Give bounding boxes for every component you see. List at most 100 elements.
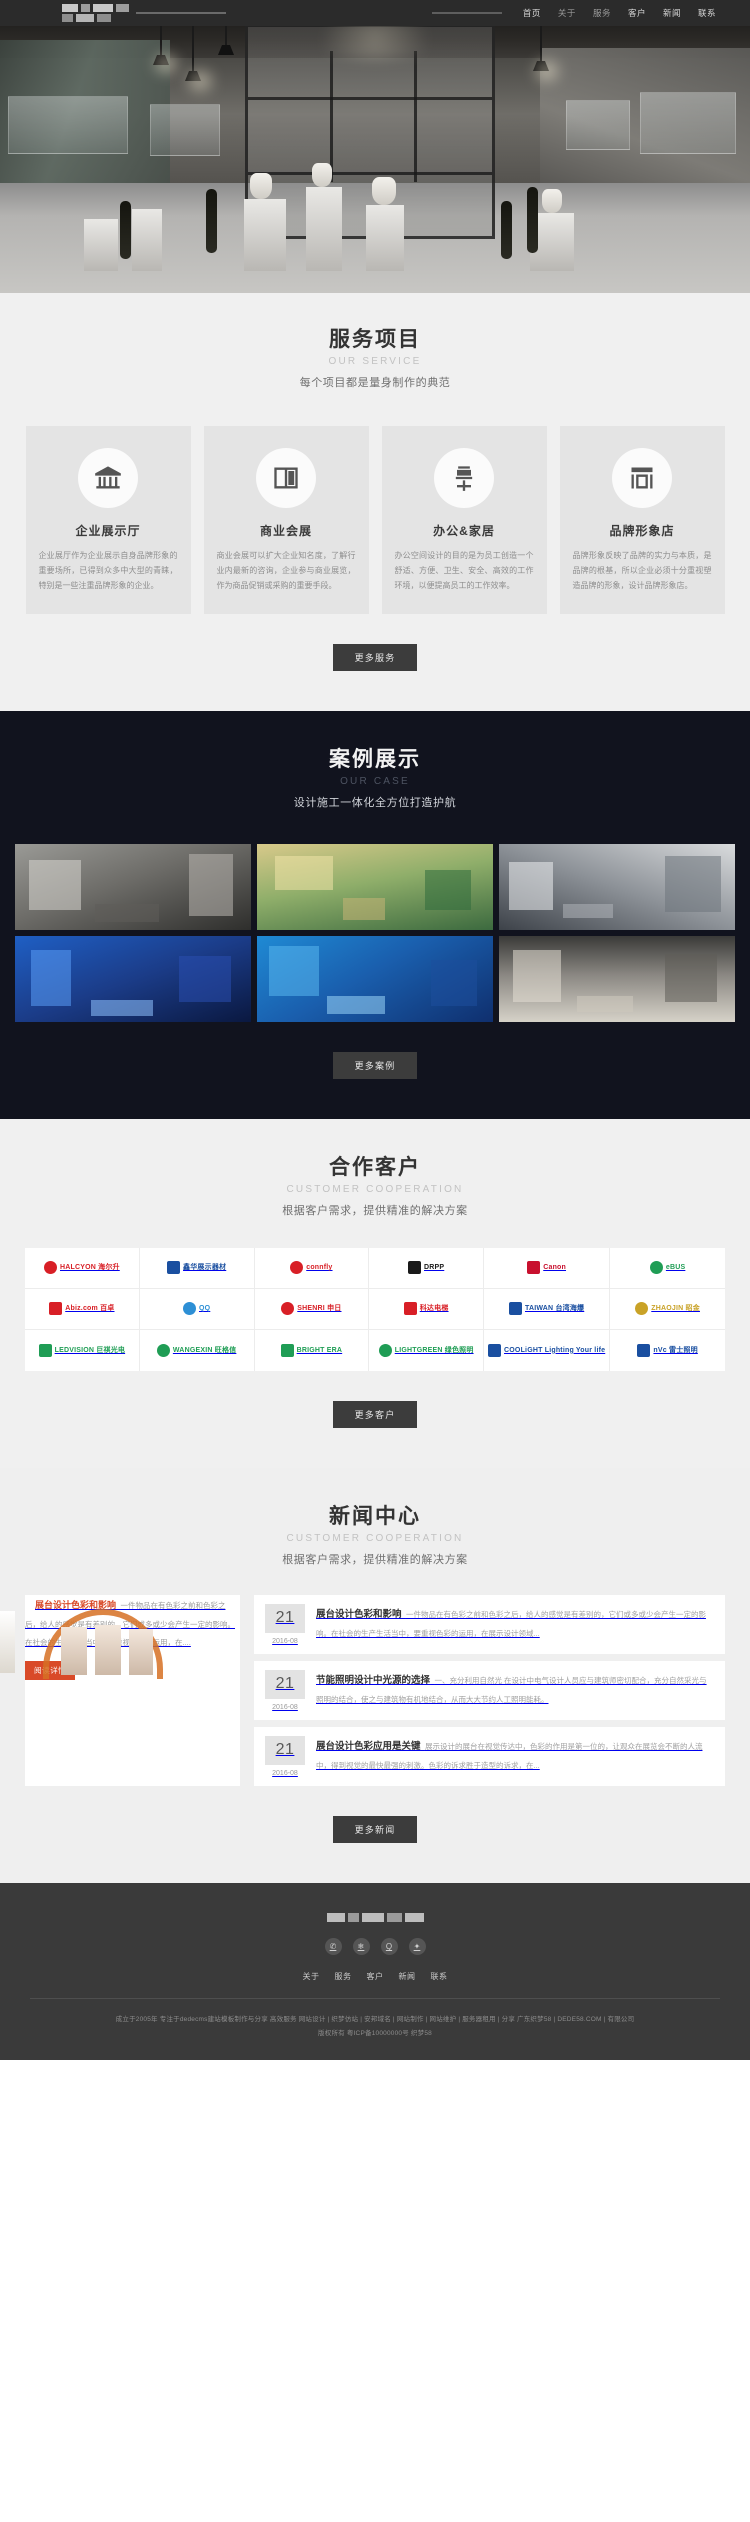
news-item-main: 展台设计色彩应用是关键 展示设计的展台在视觉传达中，色彩的作用是第一位的，让观众… [316,1736,714,1777]
customer-logo-item[interactable]: QQ [139,1288,255,1330]
news-list-item[interactable]: 21 2016-08 展台设计色彩和影响 一件物品在有色彩之前和色彩之后，给人的… [254,1595,725,1655]
customer-logo-item[interactable]: SHENRI 申日 [254,1288,370,1330]
service-card-office-home[interactable]: 办公&家居 办公空间设计的目的是为员工创造一个舒适、方便、卫生、安全、高效的工作… [381,426,547,614]
customer-logo-name: QQ [198,1305,211,1313]
hero-banner[interactable] [0,0,750,293]
case-item[interactable] [15,935,251,1022]
footer-nav: 关于 服务 客户 新闻 联系 [0,1971,750,1982]
office-chair-icon [434,448,494,509]
customer-logo-mark [649,1261,663,1275]
case-item[interactable] [257,935,493,1022]
customer-logo-item[interactable]: connfly [254,1247,370,1289]
customer-logo-item[interactable]: LEDVISION 巨祺光电 [25,1329,140,1371]
customer-logo-item[interactable]: nVc 雷士照明 [610,1330,725,1371]
service-card-brand-store[interactable]: 品牌形象店 品牌形象反映了品牌的实力与本质，是品牌的根基，所以企业必须十分重视塑… [559,426,725,614]
footer-nav-news[interactable]: 新闻 [399,1971,416,1982]
news-day: 21 [265,1670,305,1700]
customer-logo-name: eBUS [665,1264,686,1272]
footer-nav-customer[interactable]: 客户 [367,1971,384,1982]
news-month: 2016-08 [272,1638,298,1646]
customer-logo-name: LEDVISION 巨祺光电 [54,1346,126,1354]
customer-logo-name: 科达电梯 [419,1305,449,1313]
footer-nav-contact[interactable]: 联系 [431,1971,448,1982]
customer-logo-name: nVc 雷士照明 [653,1346,698,1354]
customer-logo-item[interactable]: eBUS [610,1248,725,1289]
footer-logo[interactable] [0,1913,750,1923]
news-list-item[interactable]: 21 2016-08 节能照明设计中光源的选择 一、充分利用自然光 在设计中电气… [254,1661,725,1721]
site-logo[interactable] [62,4,226,22]
service-card-commercial-expo[interactable]: 商业会展 商业会展可以扩大企业知名度，了解行业内最新的咨询，企业参与商业展览，作… [203,426,369,614]
customer-logo-item[interactable]: ZHAOJIN 昭金 [610,1289,725,1330]
nav-rule [431,12,502,14]
case-item[interactable] [257,843,493,930]
more-case-button[interactable]: 更多案例 [332,1051,418,1079]
case-more-wrap: 更多案例 [0,1051,750,1079]
customer-logo-item[interactable]: HALCYON 海尔升 [25,1247,140,1289]
customer-logo-item[interactable]: 科达电梯 [369,1288,485,1330]
news-list: 21 2016-08 展台设计色彩和影响 一件物品在有色彩之前和色彩之后，给人的… [254,1595,725,1787]
customer-logo-item[interactable]: DRPP [369,1247,485,1289]
customer-logo-item[interactable]: BRIGHT ERA [255,1329,370,1371]
customer-header: 合作客户 CUSTOMER COOPERATION 根据客户需求，提供精准的解决… [0,1155,750,1218]
news-section: 新闻中心 CUSTOMER COOPERATION 根据客户需求，提供精准的解决… [0,1467,750,1884]
customer-subtitle: 根据客户需求，提供精准的解决方案 [282,1204,468,1217]
news-more-wrap: 更多新闻 [0,1816,750,1844]
customer-logo-mark [167,1261,181,1275]
footer-copyright-line2: 版权所有 粤ICP备10000000号 织梦58 [318,2030,432,2038]
news-item-main: 节能照明设计中光源的选择 一、充分利用自然光 在设计中电气设计人员应与建筑师密切… [316,1670,714,1711]
customer-logo-mark [408,1261,422,1275]
customer-logo-item[interactable]: LIGHTGREEN 绿色照明 [369,1329,485,1371]
service-card-exhibition-hall[interactable]: 企业展示厅 企业展厅作为企业展示自身品牌形象的重要场所，已得到众多中大型的青睐，… [25,426,191,614]
customer-logo-name: ZHAOJIN 昭金 [651,1305,700,1313]
case-item[interactable] [499,935,735,1022]
customer-logo-mark [182,1302,196,1316]
nav-item-about[interactable]: 关于 [558,7,576,19]
customer-logo-item[interactable]: 鑫华展示器材 [139,1247,255,1289]
customer-logo-mark [509,1302,523,1316]
more-news-button[interactable]: 更多新闻 [332,1816,418,1844]
news-list-item[interactable]: 21 2016-08 展台设计色彩应用是关键 展示设计的展台在视觉传达中，色彩的… [254,1727,725,1787]
service-more-wrap: 更多服务 [0,643,750,671]
case-item[interactable] [15,843,251,930]
news-subtitle-en: CUSTOMER COOPERATION [286,1533,464,1545]
customer-logo-item[interactable]: Canon [484,1247,611,1289]
customer-logo-mark [527,1261,541,1275]
case-section: 案例展示 OUR CASE 设计施工一体化全方位打造护航 更多案例 [0,710,750,1119]
site-footer: ✆ ❄ Q ✦ 关于 服务 客户 新闻 联系 成立于2005年 专注于dedecms建… [0,1883,750,2060]
news-header: 新闻中心 CUSTOMER COOPERATION 根据客户需求，提供精准的解决… [0,1504,750,1567]
nav-item-contact[interactable]: 联系 [698,7,716,19]
qq-icon[interactable]: Q [380,1938,398,1956]
nav-item-news[interactable]: 新闻 [663,7,681,19]
wechat-icon[interactable]: ✆ [324,1938,342,1956]
service-title: 服务项目 [329,328,421,351]
customer-logo-item[interactable]: COOLiGHT Lighting Your life [484,1329,611,1371]
nav-item-service[interactable]: 服务 [593,7,611,19]
customer-logo-name: BRIGHT ERA [296,1346,343,1354]
museum-icon [78,448,138,509]
service-subtitle: 每个项目都是量身制作的典范 [299,377,451,390]
customer-logo-mark [280,1343,294,1357]
service-card-desc: 品牌形象反映了品牌的实力与本质，是品牌的根基，所以企业必须十分重视塑造品牌的形象… [572,551,712,590]
customer-logo-name: DRPP [424,1264,445,1272]
footer-nav-service[interactable]: 服务 [335,1971,352,1982]
more-customer-button[interactable]: 更多客户 [332,1400,418,1428]
news-item-title: 节能照明设计中光源的选择 [316,1675,431,1687]
customer-logo-item[interactable]: TAIWAN 台湾海爆 [484,1288,611,1330]
weibo-icon[interactable]: ❄ [352,1938,370,1956]
footer-nav-about[interactable]: 关于 [303,1971,320,1982]
news-date: 21 2016-08 [265,1736,305,1777]
customer-logo-mark [635,1302,649,1316]
more-service-button[interactable]: 更多服务 [332,643,418,671]
case-item[interactable] [499,843,735,930]
nav-item-customer[interactable]: 客户 [628,7,646,19]
customer-logo-item[interactable]: Abiz.com 百卓 [25,1288,140,1330]
service-card-title: 办公&家居 [433,524,495,539]
nav-item-home[interactable]: 首页 [523,7,541,19]
service-card-desc: 商业会展可以扩大企业知名度，了解行业内最新的咨询，企业参与商业展览，作为商品促销… [216,551,356,590]
news-feature-card[interactable]: 展台设计色彩和影响 一件物品在有色彩之前和色彩之后，给人的感觉是有差别的，它们或… [0,1595,240,1787]
customer-logo-name: LIGHTGREEN 绿色照明 [394,1346,474,1354]
customer-logo-item[interactable]: WANGEXIN 旺格信 [140,1329,255,1371]
link-icon[interactable]: ✦ [408,1938,426,1956]
news-month: 2016-08 [272,1770,298,1778]
service-card-desc: 办公空间设计的目的是为员工创造一个舒适、方便、卫生、安全、高效的工作环境，以便提… [394,551,534,590]
